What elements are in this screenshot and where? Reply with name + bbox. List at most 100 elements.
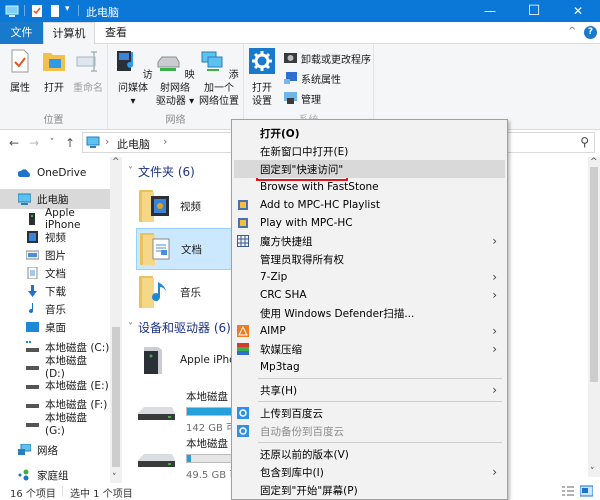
sidebar-scrollbar[interactable]: ^ ˅ xyxy=(110,157,122,483)
menu-item-mp3tag[interactable]: Mp3tag xyxy=(234,358,505,376)
menu-item-crc-sha[interactable]: CRC SHA › xyxy=(234,286,505,304)
forward-button[interactable]: → xyxy=(26,135,42,151)
properties-button[interactable]: 属性 xyxy=(6,48,34,95)
menu-item-2[interactable]: 固定到"快速访问" xyxy=(234,160,505,178)
sidebar-item-videos[interactable]: 视频 xyxy=(0,227,110,247)
sidebar-item-music[interactable]: 音乐 xyxy=(0,299,110,319)
open-button[interactable]: 打开 xyxy=(40,48,68,95)
system-properties-label: 系统属性 xyxy=(301,74,341,86)
menu-item-i[interactable]: 包含到库中(I) › xyxy=(234,463,505,481)
submenu-arrow-icon: › xyxy=(492,465,497,479)
open-settings-button[interactable]: 打开 设置 xyxy=(248,48,276,108)
menu-item-label: Play with MPC-HC xyxy=(260,217,353,229)
scroll-up-button[interactable]: ^ xyxy=(590,157,598,167)
maximize-button[interactable]: ☐ xyxy=(512,0,556,22)
rename-button[interactable]: 重命名 xyxy=(72,48,104,95)
sidebar-item-this-pc[interactable]: 此电脑 xyxy=(0,189,110,209)
menu-item-h[interactable]: 共享(H) › xyxy=(234,381,505,399)
menu-item-7[interactable]: 管理员取得所有权 xyxy=(234,250,505,268)
details-view-icon[interactable] xyxy=(562,485,574,497)
scrollbar-thumb[interactable] xyxy=(590,167,598,382)
manage-button[interactable]: 管理 xyxy=(284,90,321,106)
scroll-down-button[interactable]: ˅ xyxy=(112,473,117,483)
menu-item-7-zip[interactable]: 7-Zip › xyxy=(234,268,505,286)
tab-computer[interactable]: 计算机 xyxy=(43,22,95,45)
back-button[interactable]: ← xyxy=(6,135,22,151)
sidebar-item-apple-iphone[interactable]: Apple iPhone xyxy=(0,207,110,231)
aimp-icon xyxy=(237,325,249,337)
sidebar-item-pictures[interactable]: 图片 xyxy=(0,245,110,265)
menu-item-6[interactable]: 魔方快捷组 › xyxy=(234,232,505,250)
computer-icon xyxy=(18,193,31,205)
scroll-down-button[interactable]: ˅ xyxy=(590,467,595,477)
collapse-ribbon-button[interactable]: ^ xyxy=(568,26,576,37)
menu-item-o[interactable]: 打开(O) xyxy=(234,124,505,142)
search-input[interactable]: ⚲ xyxy=(505,132,595,153)
menu-item-p[interactable]: 固定到"开始"屏幕(P) xyxy=(234,481,505,499)
menu-item-label: 魔方快捷组 xyxy=(260,235,313,248)
sidebar-item-network[interactable]: 网络 xyxy=(0,440,110,460)
manage-icon xyxy=(284,92,297,104)
tab-file[interactable]: 文件 xyxy=(0,22,43,44)
content-scrollbar[interactable]: ^ ˅ xyxy=(588,157,600,477)
help-button[interactable]: ? xyxy=(584,26,597,39)
close-button[interactable]: ✕ xyxy=(556,0,600,22)
quick-access-dropdown[interactable]: ▾ xyxy=(65,4,70,18)
menu-item-add-to-mpc-hc-playlist[interactable]: Add to MPC-HC Playlist xyxy=(234,196,505,214)
scroll-up-button[interactable]: ^ xyxy=(112,157,120,167)
open-label: 打开 xyxy=(44,83,64,94)
menu-item-12[interactable]: 软媒压缩 › xyxy=(234,340,505,358)
menu-item-v[interactable]: 还原以前的版本(V) xyxy=(234,445,505,463)
menu-separator xyxy=(258,401,502,402)
sidebar-label: 本地磁盘 (G:) xyxy=(45,411,87,437)
menu-item-play-with-mpc-hc[interactable]: Play with MPC-HC xyxy=(234,214,505,232)
sidebar-item-drive-d[interactable]: 本地磁盘 (D:) xyxy=(0,355,110,380)
menu-item-17[interactable]: 上传到百度云 xyxy=(234,404,505,422)
folder-videos[interactable]: 视频 xyxy=(136,185,236,227)
cloud-icon xyxy=(18,169,30,177)
breadcrumb-this-pc[interactable]: 此电脑 xyxy=(117,136,150,152)
folder-music[interactable]: 音乐 xyxy=(136,271,236,313)
up-button[interactable]: ↑ xyxy=(62,135,78,151)
menu-item-e[interactable]: 在新窗口中打开(E) xyxy=(234,142,505,160)
large-icons-view-icon[interactable] xyxy=(580,485,593,497)
sidebar-item-documents[interactable]: 文档 xyxy=(0,263,110,283)
sidebar-item-desktop[interactable]: 桌面 xyxy=(0,317,110,337)
sidebar-item-downloads[interactable]: 下载 xyxy=(0,281,110,301)
menu-item-18[interactable]: 自动备份到百度云 xyxy=(234,422,505,440)
group-header-devices[interactable]: ˅ 设备和驱动器 (6) xyxy=(128,319,231,336)
group-header-folders[interactable]: ˅ 文件夹 (6) xyxy=(128,163,195,180)
new-folder-quick-icon[interactable] xyxy=(50,4,60,18)
tab-view[interactable]: 查看 xyxy=(95,22,137,44)
mpc-hc-icon xyxy=(237,217,249,229)
sidebar-label: 下载 xyxy=(45,285,66,298)
sidebar-item-drive-g[interactable]: 本地磁盘 (G:) xyxy=(0,412,110,437)
ribbon-tabs: 文件 计算机 查看 ^ ? xyxy=(0,22,600,45)
properties-quick-icon[interactable] xyxy=(31,4,43,18)
submenu-arrow-icon: › xyxy=(492,288,497,302)
menu-item-label: 还原以前的版本(V) xyxy=(260,448,349,461)
menu-item-aimp[interactable]: AIMP › xyxy=(234,322,505,340)
access-media-dropdown[interactable]: ▾ xyxy=(130,96,135,107)
drive-icon xyxy=(138,407,175,420)
map-network-drive-button[interactable]: 映射网络 驱动器 ▾ xyxy=(154,48,196,108)
recent-locations-button[interactable]: ˅ xyxy=(44,135,60,151)
folder-documents[interactable]: 文档 xyxy=(136,228,236,270)
navigation-pane: OneDrive 此电脑 Apple iPhone 视频 图片 文档 下载 音乐… xyxy=(0,157,122,483)
sidebar-item-drive-e[interactable]: 本地磁盘 (E:) xyxy=(0,375,110,395)
submenu-arrow-icon: › xyxy=(492,234,497,248)
minimize-button[interactable]: — xyxy=(468,0,512,22)
sidebar-label: 音乐 xyxy=(45,303,66,316)
breadcrumb-separator[interactable]: › xyxy=(163,135,167,148)
system-properties-button[interactable]: 系统属性 xyxy=(284,70,341,86)
sidebar-item-homegroup[interactable]: 家庭组 xyxy=(0,465,110,485)
menu-item-windows-defender[interactable]: 使用 Windows Defender扫描... xyxy=(234,304,505,322)
open-settings-label: 打开 xyxy=(252,83,272,94)
menu-item-label: 固定到"开始"屏幕(P) xyxy=(260,484,358,497)
scrollbar-thumb[interactable] xyxy=(112,327,120,467)
menu-item-browse-with-faststone[interactable]: Browse with FastStone xyxy=(234,178,505,196)
add-network-location-button[interactable]: 添加一个 网络位置 xyxy=(198,48,240,108)
sidebar-item-onedrive[interactable]: OneDrive xyxy=(0,163,110,183)
uninstall-program-button[interactable]: 卸载或更改程序 xyxy=(284,50,371,66)
access-media-button[interactable]: 访问媒体 ▾ xyxy=(112,48,154,108)
